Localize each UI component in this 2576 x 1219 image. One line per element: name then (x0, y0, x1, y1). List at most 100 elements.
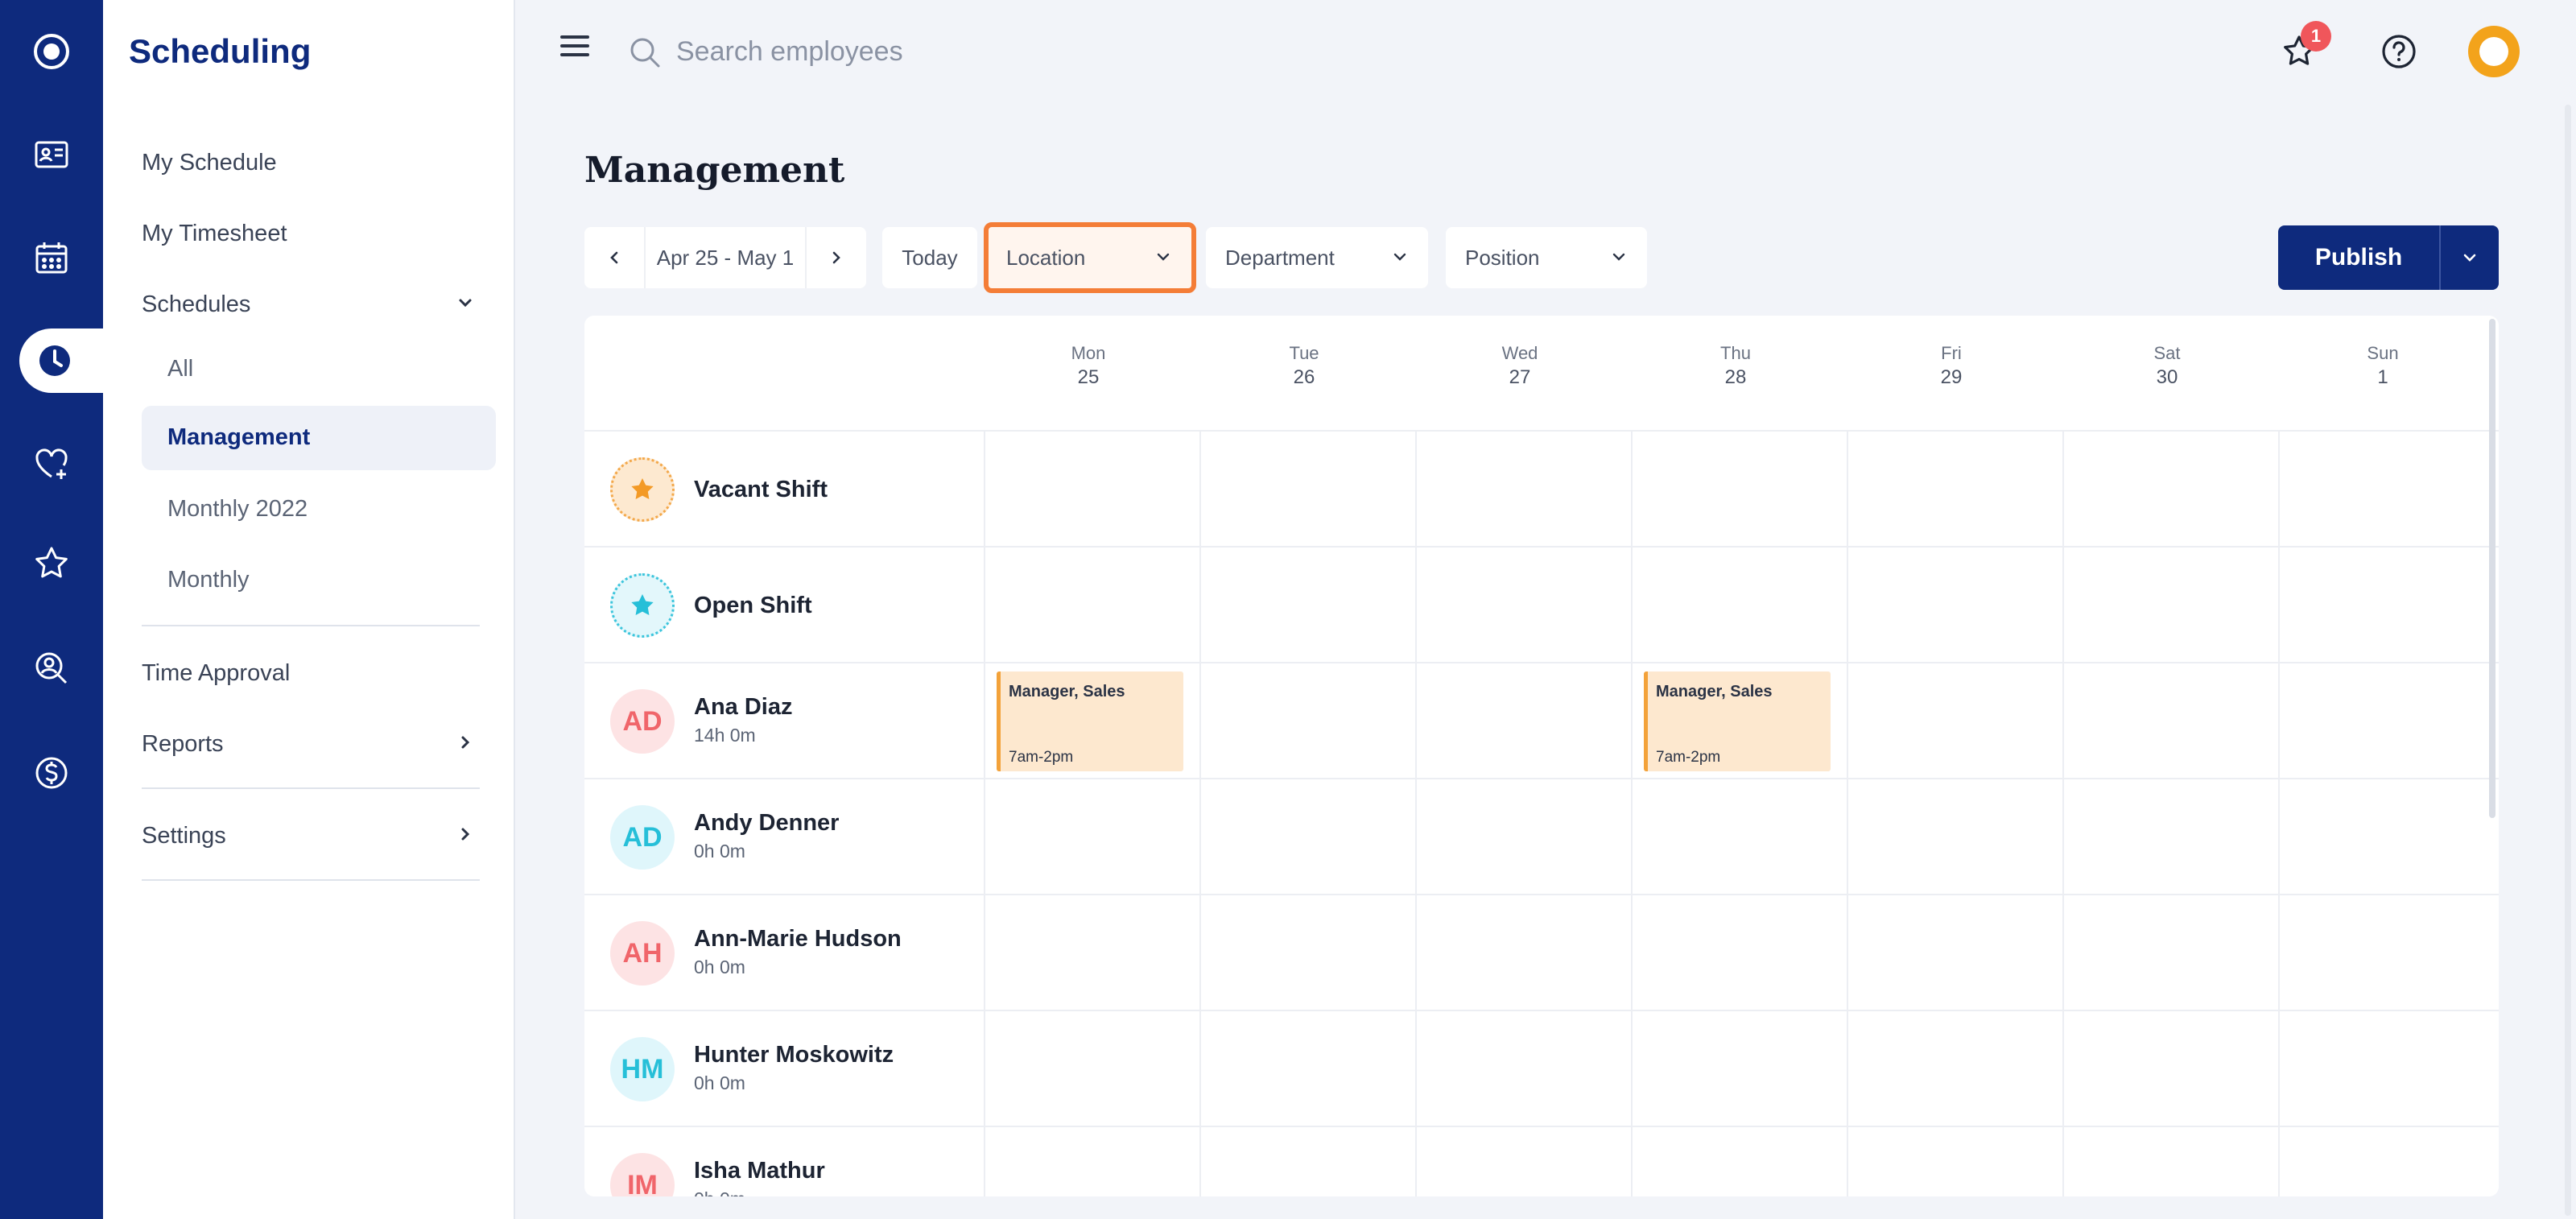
sidebar-title: Scheduling (129, 32, 312, 70)
next-week-button[interactable] (807, 227, 866, 288)
chevron-down-icon (1612, 253, 1625, 261)
location-filter[interactable]: Location (984, 222, 1196, 293)
day-of-week: Thu (1720, 343, 1751, 363)
top-bar: 1 (515, 0, 2576, 103)
sidebar-subitem-monthly[interactable]: Monthly (167, 567, 250, 593)
shift-block[interactable]: Manager, Sales 7am-2pm (1644, 671, 1831, 771)
publish-split-button: Publish (2278, 225, 2499, 290)
search-person-icon[interactable] (0, 636, 103, 700)
menu-icon[interactable] (560, 35, 589, 60)
user-avatar[interactable] (2468, 26, 2520, 77)
sidebar-subitem-all[interactable]: All (167, 356, 193, 382)
clock-icon[interactable] (19, 329, 103, 393)
employee-name[interactable]: Hunter Moskowitz (694, 1042, 894, 1068)
shift-time: 7am-2pm (1656, 749, 1721, 766)
divider (142, 787, 480, 789)
department-filter[interactable]: Department (1206, 227, 1428, 288)
search-input[interactable] (676, 29, 1240, 74)
shift-title: Manager, Sales (1009, 683, 1125, 700)
day-header-thu: Thu 28 (1628, 341, 1843, 390)
day-header-mon: Mon 25 (980, 341, 1196, 390)
grid-line (584, 778, 2499, 779)
grid-line (584, 1126, 2499, 1127)
day-date: 27 (1509, 366, 1531, 388)
grid-line (1847, 430, 1848, 1196)
sidebar-subitem-management[interactable]: Management (142, 406, 496, 470)
help-icon[interactable] (2376, 29, 2421, 74)
divider (142, 879, 480, 881)
search-icon (630, 38, 660, 68)
shift-time: 7am-2pm (1009, 749, 1074, 766)
publish-options-button[interactable] (2439, 225, 2499, 290)
chevron-right-icon[interactable] (454, 823, 477, 845)
day-of-week: Wed (1501, 343, 1538, 363)
date-range-label[interactable]: Apr 25 - May 1 (644, 227, 807, 288)
sidebar-item-my-timesheet[interactable]: My Timesheet (142, 221, 287, 247)
star-icon[interactable] (0, 531, 103, 596)
page-title: Management (584, 150, 845, 191)
day-header-sat: Sat 30 (2059, 341, 2275, 390)
day-header-sun: Sun 1 (2275, 341, 2491, 390)
sidebar-item-my-schedule[interactable]: My Schedule (142, 150, 277, 176)
grid-line (2062, 430, 2064, 1196)
grid-line (584, 430, 2499, 432)
chevron-down-icon (2463, 254, 2476, 262)
position-filter[interactable]: Position (1446, 227, 1647, 288)
calendar-icon[interactable] (0, 225, 103, 290)
open-shift-avatar (610, 573, 675, 638)
grid-line (2278, 430, 2280, 1196)
day-date: 28 (1724, 366, 1747, 388)
grid-line (984, 430, 985, 1196)
publish-button[interactable]: Publish (2278, 225, 2439, 290)
employee-name[interactable]: Isha Mathur (694, 1158, 825, 1184)
sidebar-item-settings[interactable]: Settings (142, 823, 226, 849)
day-date: 26 (1293, 366, 1315, 388)
sidebar-item-reports[interactable]: Reports (142, 731, 224, 758)
divider (142, 625, 480, 626)
heart-plus-icon[interactable] (0, 432, 103, 496)
grid-line (584, 1010, 2499, 1011)
chevron-down-icon (1157, 253, 1170, 261)
grid-scrollbar[interactable] (2489, 319, 2496, 818)
employee-name[interactable]: Vacant Shift (694, 477, 828, 503)
grid-line (1199, 430, 1201, 1196)
vacant-shift-avatar (610, 457, 675, 522)
date-range-picker: Apr 25 - May 1 (584, 227, 866, 288)
employee-hours: 0h 0m (694, 1072, 745, 1093)
day-header-fri: Fri 29 (1843, 341, 2059, 390)
employee-name[interactable]: Ana Diaz (694, 694, 792, 721)
grid-line (584, 546, 2499, 548)
day-header-wed: Wed 27 (1412, 341, 1628, 390)
shift-block[interactable]: Manager, Sales 7am-2pm (997, 671, 1183, 771)
schedule-grid: Mon 25 Tue 26 Wed 27 Thu 28 Fri 29 Sat 30 Sun 1… (584, 316, 2499, 1196)
day-of-week: Mon (1071, 343, 1106, 363)
today-button[interactable]: Today (882, 227, 977, 288)
chevron-right-icon[interactable] (454, 731, 477, 754)
star-icon (631, 478, 654, 499)
shift-title: Manager, Sales (1656, 683, 1773, 700)
app-logo-icon[interactable] (0, 19, 103, 84)
avatar: AD (610, 805, 675, 870)
sidebar-item-time-approval[interactable]: Time Approval (142, 660, 290, 687)
department-filter-label: Department (1225, 245, 1335, 270)
grid-line (584, 894, 2499, 895)
page-scrollbar[interactable] (2565, 105, 2571, 1216)
employee-name[interactable]: Andy Denner (694, 810, 839, 837)
icon-rail (0, 0, 103, 1219)
chevron-down-icon (1393, 253, 1406, 261)
employee-name[interactable]: Ann-Marie Hudson (694, 926, 902, 952)
day-date: 25 (1077, 366, 1100, 388)
id-card-icon[interactable] (0, 122, 103, 187)
grid-line (1631, 430, 1633, 1196)
chevron-down-icon[interactable] (454, 291, 477, 314)
sidebar-subitem-monthly-2022[interactable]: Monthly 2022 (167, 496, 308, 523)
previous-week-button[interactable] (584, 227, 644, 288)
day-of-week: Sun (2367, 343, 2399, 363)
employee-hours: 14h 0m (694, 725, 756, 746)
employee-name[interactable]: Open Shift (694, 593, 812, 619)
dollar-icon[interactable] (0, 741, 103, 805)
day-date: 1 (2377, 366, 2388, 388)
sidebar-item-schedules[interactable]: Schedules (142, 291, 250, 318)
employee-hours: 0h 0m (694, 957, 745, 977)
grid-line (584, 662, 2499, 663)
